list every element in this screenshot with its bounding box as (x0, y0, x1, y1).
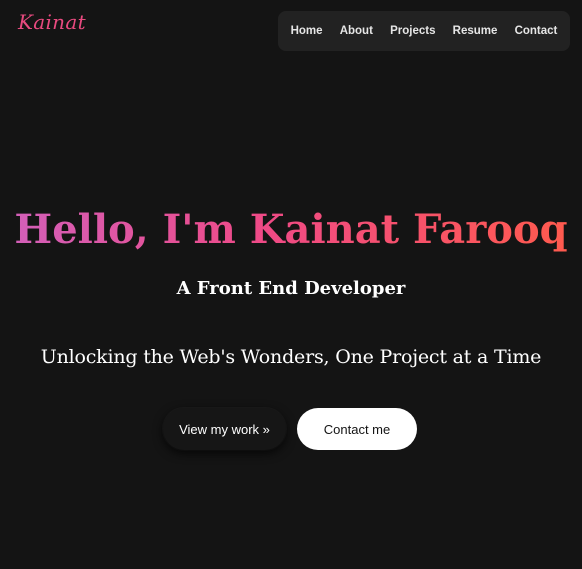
portfolio-page: Kainat Home About Projects Resume Contac… (0, 0, 582, 569)
contact-me-button[interactable]: Contact me (297, 408, 417, 450)
hero-subtitle: A Front End Developer (176, 278, 406, 299)
nav-item-projects[interactable]: Projects (390, 25, 435, 37)
site-logo[interactable]: Kainat (18, 10, 86, 34)
nav-item-home[interactable]: Home (291, 25, 323, 37)
nav-item-contact[interactable]: Contact (515, 25, 558, 37)
hero-title-text: Hello, I'm Kainat Farooq (14, 206, 568, 253)
nav-item-resume[interactable]: Resume (453, 25, 498, 37)
main-nav: Home About Projects Resume Contact (278, 11, 570, 51)
hero-title: Hello, I'm Kainat Farooq (0, 200, 582, 260)
view-work-button[interactable]: View my work » (163, 408, 286, 450)
nav-item-about[interactable]: About (340, 25, 373, 37)
hero-tagline: Unlocking the Web's Wonders, One Project… (40, 346, 542, 368)
